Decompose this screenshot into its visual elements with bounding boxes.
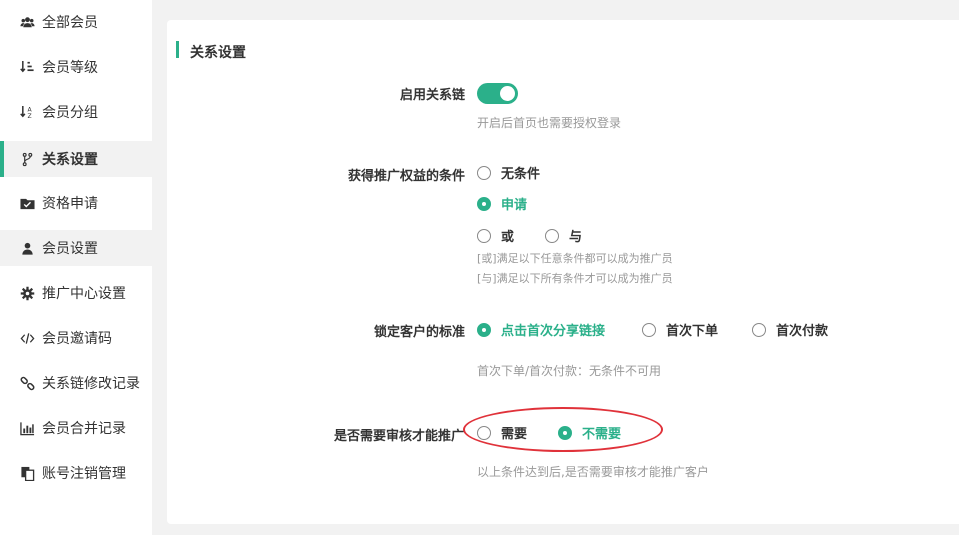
radio-circle bbox=[752, 322, 766, 337]
sort-amount-icon bbox=[19, 59, 35, 75]
radio-label: 首次付款 bbox=[776, 324, 829, 339]
radio-circle bbox=[642, 322, 656, 337]
radio-apply[interactable]: 申请 bbox=[477, 194, 527, 213]
sidebar-item-member-settings[interactable]: 会员设置 bbox=[0, 230, 152, 266]
sidebar: 全部会员 会员等级 AZ 会员分组 关系设置 资格申请 会员设置 推广中心设置 … bbox=[0, 0, 152, 535]
radio-circle bbox=[558, 425, 572, 440]
sidebar-item-label: 会员等级 bbox=[42, 60, 98, 76]
sidebar-item-label: 会员合并记录 bbox=[42, 421, 126, 437]
sidebar-item-label: 会员设置 bbox=[42, 241, 98, 257]
promo-condition-label: 获得推广权益的条件 bbox=[347, 169, 465, 184]
sidebar-item-account-deletion[interactable]: 账号注销管理 bbox=[0, 455, 152, 491]
sidebar-item-label: 资格申请 bbox=[42, 196, 98, 212]
link-icon bbox=[19, 375, 35, 391]
sidebar-item-promo-center-settings[interactable]: 推广中心设置 bbox=[0, 275, 152, 311]
active-indicator bbox=[0, 141, 4, 177]
sidebar-item-invite-codes[interactable]: 会员邀请码 bbox=[0, 320, 152, 356]
sidebar-item-all-members[interactable]: 全部会员 bbox=[0, 4, 152, 40]
radio-label: 或 bbox=[501, 230, 515, 245]
radio-label: 点击首次分享链接 bbox=[501, 324, 606, 339]
radio-no-condition[interactable]: 无条件 bbox=[477, 163, 540, 182]
copy-icon bbox=[19, 465, 35, 481]
radio-first-order[interactable]: 首次下单 bbox=[642, 320, 718, 339]
radio-circle bbox=[477, 228, 491, 243]
code-fork-icon bbox=[19, 151, 35, 167]
bar-chart-icon bbox=[19, 420, 35, 436]
users-icon bbox=[19, 14, 35, 30]
radio-circle bbox=[477, 425, 491, 440]
sidebar-item-label: 全部会员 bbox=[42, 15, 98, 31]
sidebar-item-relation-settings[interactable]: 关系设置 bbox=[0, 141, 152, 177]
toggle-knob bbox=[500, 86, 515, 101]
sidebar-item-label: 关系链修改记录 bbox=[42, 376, 140, 392]
radio-or[interactable]: 或 bbox=[477, 226, 514, 245]
radio-label: 无条件 bbox=[501, 167, 541, 182]
enable-chain-toggle[interactable] bbox=[477, 83, 518, 104]
section-title: 关系设置 bbox=[190, 45, 246, 61]
gear-icon bbox=[19, 285, 35, 301]
sidebar-item-label: 会员邀请码 bbox=[42, 331, 112, 347]
enable-chain-label: 启用关系链 bbox=[399, 88, 465, 103]
enable-chain-hint: 开启后首页也需要授权登录 bbox=[477, 116, 622, 130]
review-required-label: 是否需要审核才能推广 bbox=[333, 429, 464, 444]
radio-first-share-click[interactable]: 点击首次分享链接 bbox=[477, 320, 605, 339]
radio-label: 不需要 bbox=[582, 427, 622, 442]
sidebar-item-member-groups[interactable]: AZ 会员分组 bbox=[0, 94, 152, 130]
radio-first-payment[interactable]: 首次付款 bbox=[752, 320, 828, 339]
section-accent-bar bbox=[176, 41, 179, 58]
promo-and-hint: [与]满足以下所有条件才可以成为推广员 bbox=[477, 272, 673, 285]
radio-review-not-needed[interactable]: 不需要 bbox=[558, 423, 621, 442]
sidebar-item-merge-log[interactable]: 会员合并记录 bbox=[0, 410, 152, 446]
radio-circle bbox=[477, 165, 491, 180]
code-icon bbox=[19, 330, 35, 346]
folder-check-icon bbox=[19, 195, 35, 211]
radio-label: 申请 bbox=[501, 198, 528, 213]
radio-circle bbox=[477, 196, 491, 211]
sidebar-item-qualification-apply[interactable]: 资格申请 bbox=[0, 185, 152, 221]
radio-and[interactable]: 与 bbox=[545, 226, 582, 245]
radio-label: 首次下单 bbox=[666, 324, 719, 339]
radio-review-needed[interactable]: 需要 bbox=[477, 423, 527, 442]
radio-circle bbox=[545, 228, 559, 243]
svg-text:Z: Z bbox=[27, 113, 31, 120]
lock-standard-label: 锁定客户的标准 bbox=[373, 325, 465, 340]
sidebar-item-label: 关系设置 bbox=[42, 152, 98, 168]
user-icon bbox=[19, 240, 35, 256]
promo-or-hint: [或]满足以下任意条件都可以成为推广员 bbox=[477, 252, 673, 265]
sidebar-item-chain-change-log[interactable]: 关系链修改记录 bbox=[0, 365, 152, 401]
sidebar-item-label: 推广中心设置 bbox=[42, 286, 126, 302]
radio-label: 与 bbox=[569, 230, 583, 245]
sort-alpha-icon: AZ bbox=[19, 104, 35, 120]
review-required-hint: 以上条件达到后,是否需要审核才能推广客户 bbox=[477, 465, 709, 479]
sidebar-item-label: 账号注销管理 bbox=[42, 466, 126, 482]
lock-standard-hint: 首次下单/首次付款：无条件不可用 bbox=[477, 364, 662, 378]
sidebar-item-member-levels[interactable]: 会员等级 bbox=[0, 49, 152, 85]
radio-label: 需要 bbox=[501, 427, 528, 442]
radio-circle bbox=[477, 322, 491, 337]
sidebar-item-label: 会员分组 bbox=[42, 105, 98, 121]
